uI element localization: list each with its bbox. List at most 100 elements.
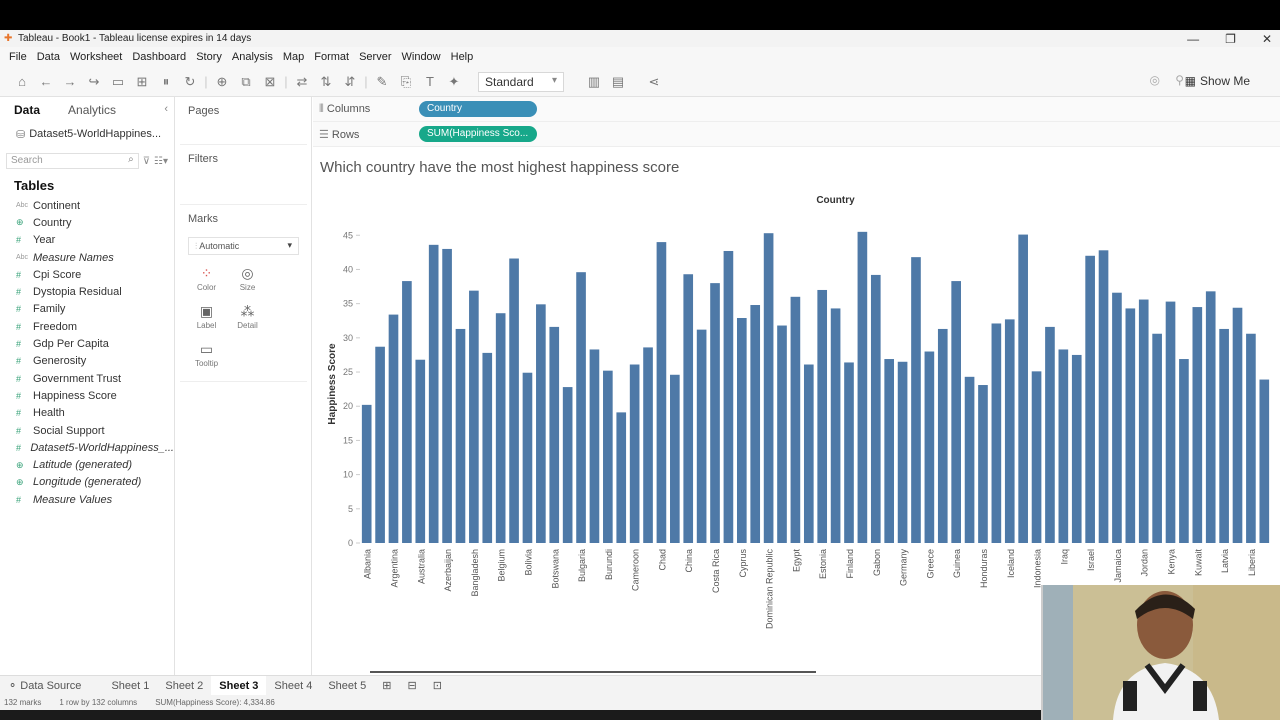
restore-icon[interactable]: ❐ xyxy=(1225,32,1236,46)
bar[interactable] xyxy=(1125,308,1136,543)
bar[interactable] xyxy=(495,313,506,543)
bar[interactable] xyxy=(991,323,1002,543)
sheet-1-tab[interactable]: Sheet 1 xyxy=(103,676,157,696)
bar[interactable] xyxy=(1138,299,1149,543)
close-icon[interactable]: ✕ xyxy=(1262,32,1272,46)
swap-icon[interactable]: ⇄ xyxy=(290,74,314,90)
fit-dropdown[interactable]: Standard xyxy=(478,71,564,92)
bar[interactable] xyxy=(455,328,466,543)
field-item[interactable]: Abc Continent xyxy=(0,197,174,214)
bar[interactable] xyxy=(562,387,573,543)
view-options-icon[interactable]: ☷▾ xyxy=(154,156,168,167)
bar[interactable] xyxy=(1004,319,1015,543)
bar[interactable] xyxy=(777,325,787,543)
tooltip-button[interactable]: ▭ Tooltip xyxy=(186,339,227,377)
field-item[interactable]: # Dataset5-WorldHappiness_... xyxy=(0,439,174,456)
bar[interactable] xyxy=(857,231,868,543)
tab-analytics[interactable]: Analytics xyxy=(54,103,130,117)
label-button[interactable]: ▣ Label xyxy=(186,301,227,339)
datasource-item[interactable]: ⛁ Dataset5-WorldHappines... xyxy=(0,123,174,145)
pin-pane-icon[interactable]: ⚲ xyxy=(1175,73,1184,87)
bar[interactable] xyxy=(750,305,761,543)
bar[interactable] xyxy=(884,359,895,543)
bar[interactable] xyxy=(442,248,452,543)
bar[interactable] xyxy=(897,361,908,543)
bar[interactable] xyxy=(469,290,479,543)
bar[interactable] xyxy=(710,283,720,543)
filter-icon[interactable]: ⊽ xyxy=(143,156,150,167)
clear-sheet-icon[interactable]: ⊠ xyxy=(258,74,282,90)
bar[interactable] xyxy=(790,296,801,543)
bar[interactable] xyxy=(616,412,627,543)
bar[interactable] xyxy=(723,250,734,543)
menu-story[interactable]: Story xyxy=(191,51,227,63)
bar[interactable] xyxy=(1192,307,1203,543)
size-button[interactable]: ◎ Size xyxy=(227,263,268,301)
share-icon[interactable]: ⋖ xyxy=(642,74,666,90)
bar[interactable] xyxy=(670,374,680,543)
menu-server[interactable]: Server xyxy=(354,51,396,63)
bar[interactable] xyxy=(1246,333,1256,543)
bar[interactable] xyxy=(361,404,372,543)
forward-icon[interactable]: → xyxy=(58,74,82,89)
highlight-icon[interactable]: ✎ xyxy=(370,74,394,90)
bar[interactable] xyxy=(375,346,385,543)
new-dashboard-icon[interactable]: ⊟ xyxy=(399,676,424,696)
bar[interactable] xyxy=(683,274,694,543)
bar[interactable] xyxy=(1031,371,1042,543)
redo-icon[interactable]: ↪ xyxy=(82,74,106,90)
field-item[interactable]: # Happiness Score xyxy=(0,387,174,404)
bar[interactable] xyxy=(402,281,412,543)
presentation-icon[interactable]: ▤ xyxy=(606,74,630,90)
bar[interactable] xyxy=(1045,326,1055,543)
bar[interactable] xyxy=(1058,349,1069,543)
menu-format[interactable]: Format xyxy=(309,51,354,63)
field-item[interactable]: # Family xyxy=(0,301,174,318)
field-item[interactable]: ⊕ Country xyxy=(0,214,174,231)
show-me-button[interactable]: ▦ Show Me xyxy=(1185,74,1250,88)
add-datasource-icon[interactable]: ⊞ xyxy=(130,74,154,90)
tab-data[interactable]: Data xyxy=(0,103,54,117)
columns-shelf[interactable]: ⦀ Columns Country xyxy=(313,97,1280,122)
pin-icon[interactable]: ✦ xyxy=(442,74,466,90)
back-icon[interactable]: ← xyxy=(34,74,58,89)
bar[interactable] xyxy=(643,347,653,543)
bar[interactable] xyxy=(1179,359,1189,543)
bar[interactable] xyxy=(1259,379,1270,543)
bar[interactable] xyxy=(964,376,975,543)
save-icon[interactable]: ▭ xyxy=(106,74,130,90)
menu-file[interactable]: File xyxy=(4,51,32,63)
filters-card[interactable]: Filters xyxy=(180,145,307,205)
color-button[interactable]: ⁘ Color xyxy=(186,263,227,301)
bar[interactable] xyxy=(482,352,493,543)
data-guide-icon[interactable]: ◎ xyxy=(1150,73,1160,87)
bar[interactable] xyxy=(978,385,988,543)
bar[interactable] xyxy=(924,351,935,543)
bar[interactable] xyxy=(937,328,948,543)
bar[interactable] xyxy=(696,329,707,543)
new-worksheet-icon[interactable]: ⊕ xyxy=(210,74,234,90)
detail-button[interactable]: ⁂ Detail xyxy=(227,301,268,339)
bar[interactable] xyxy=(576,272,586,543)
duplicate-icon[interactable]: ⧉ xyxy=(234,74,258,90)
field-item[interactable]: # Freedom xyxy=(0,318,174,335)
labels-icon[interactable]: T xyxy=(418,74,442,89)
pause-icon[interactable]: ⏸ xyxy=(154,74,178,90)
menu-worksheet[interactable]: Worksheet xyxy=(65,51,127,63)
menu-help[interactable]: Help xyxy=(446,51,479,63)
bar[interactable] xyxy=(870,274,881,543)
bar[interactable] xyxy=(1205,291,1216,543)
menu-data[interactable]: Data xyxy=(32,51,65,63)
sort-desc-icon[interactable]: ⇵ xyxy=(338,74,362,90)
bar[interactable] xyxy=(763,233,774,543)
bar[interactable] xyxy=(911,257,921,543)
bar[interactable] xyxy=(1165,301,1176,543)
menu-analysis[interactable]: Analysis xyxy=(227,51,278,63)
data-source-tab[interactable]: ⚬ Data Source xyxy=(0,676,89,696)
new-story-icon[interactable]: ⊡ xyxy=(425,676,450,696)
new-sheet-icon[interactable]: ⊞ xyxy=(374,676,399,696)
field-item[interactable]: # Health xyxy=(0,405,174,422)
bar[interactable] xyxy=(1112,292,1122,543)
field-item[interactable]: # Government Trust xyxy=(0,370,174,387)
bar[interactable] xyxy=(656,242,667,543)
